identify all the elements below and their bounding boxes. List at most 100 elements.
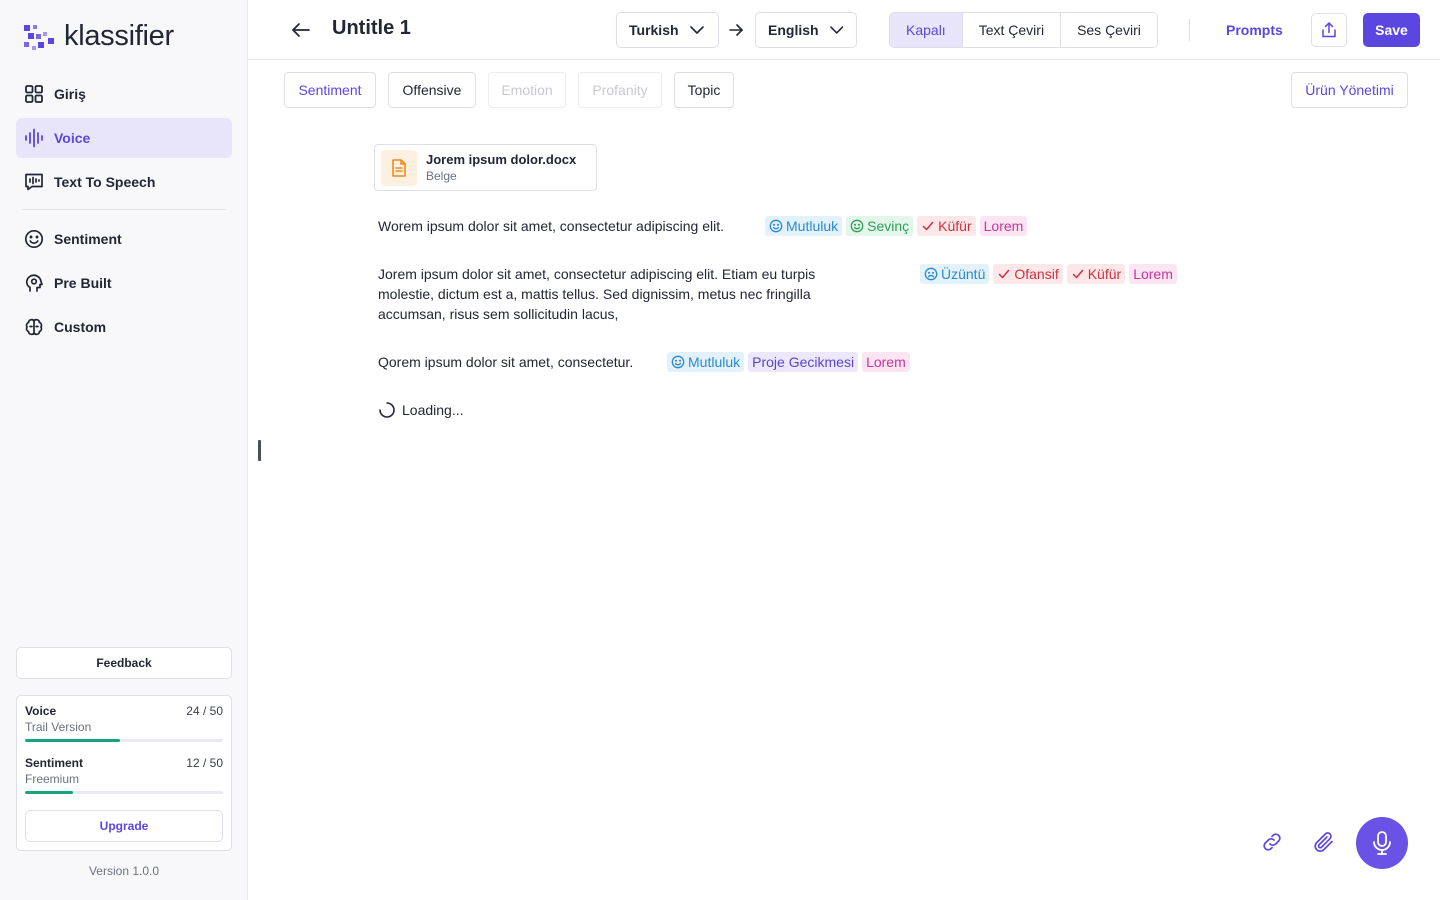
- tag-emotion[interactable]: Mutluluk: [765, 216, 843, 236]
- smiley-icon: [671, 355, 685, 369]
- tag-label: Küfür: [1087, 266, 1122, 282]
- sidebar-item-custom[interactable]: Custom: [16, 307, 232, 347]
- tag-profanity[interactable]: Küfür: [1066, 264, 1126, 284]
- usage-count: 24 / 50: [186, 704, 223, 718]
- tag-topic[interactable]: Lorem: [1129, 264, 1177, 284]
- check-icon: [1072, 269, 1083, 279]
- back-arrow-icon[interactable]: [290, 19, 312, 41]
- top-bar: Untitle 1 Turkish English Kapalı Text Çe…: [248, 0, 1440, 60]
- sidebar-item-label: Custom: [54, 319, 107, 335]
- sidebar: klassifier Giriş Voice Text To Speech Se…: [0, 0, 248, 900]
- brain-icon: [25, 318, 43, 336]
- product-management-button[interactable]: Ürün Yönetimi: [1291, 72, 1408, 108]
- usage-progress-bar: [25, 739, 223, 742]
- tag-label: Mutluluk: [688, 354, 741, 370]
- prompts-link[interactable]: Prompts: [1226, 22, 1283, 38]
- mode-text-ceviri[interactable]: Text Çeviri: [961, 13, 1061, 47]
- tag-offensive[interactable]: Ofansif: [993, 264, 1063, 284]
- filter-sentiment[interactable]: Sentiment: [284, 72, 376, 108]
- tag-topic[interactable]: Proje Gecikmesi: [748, 352, 859, 372]
- smiley-icon: [850, 219, 864, 233]
- tag-label: Küfür: [938, 218, 972, 234]
- paragraph-line: accumsan, risus sem sollicitudin lacus,: [378, 306, 619, 322]
- tag-emotion[interactable]: Sevinç: [846, 216, 914, 236]
- filter-emotion[interactable]: Emotion: [488, 72, 566, 108]
- attached-file-card[interactable]: Jorem ipsum dolor.docx Belge: [374, 144, 597, 191]
- paragraph-tags: Mutluluk Sevinç Küfür Lorem: [765, 216, 1028, 236]
- paperclip-icon[interactable]: [1312, 830, 1336, 854]
- record-microphone-button[interactable]: [1356, 817, 1408, 869]
- logo[interactable]: klassifier: [24, 20, 174, 53]
- header-divider: [1189, 19, 1190, 41]
- nav-divider: [22, 209, 226, 210]
- target-language-select[interactable]: English: [755, 12, 857, 48]
- tag-label: Üzüntü: [941, 266, 986, 282]
- share-upload-icon: [1322, 22, 1336, 38]
- usage-sentiment: Sentiment 12 / 50 Freemium: [25, 756, 223, 794]
- check-icon: [999, 269, 1010, 279]
- usage-plan: Freemium: [25, 772, 80, 786]
- smiley-icon: [769, 219, 783, 233]
- chevron-down-icon: [689, 26, 704, 34]
- speech-bubble-icon: [25, 173, 43, 191]
- usage-progress-fill: [25, 739, 121, 742]
- smiley-icon: [24, 229, 44, 249]
- tag-label: Mutluluk: [786, 218, 839, 234]
- sidebar-nav: Giriş Voice Text To Speech Sentiment Pre…: [16, 74, 232, 351]
- filter-topic[interactable]: Topic: [674, 72, 734, 108]
- transcript-paragraph[interactable]: Worem ipsum dolor sit amet, consectetur …: [378, 216, 724, 236]
- usage-count: 12 / 50: [186, 756, 223, 770]
- tag-label: Proje Gecikmesi: [752, 354, 855, 370]
- transcript-paragraph[interactable]: Qorem ipsum dolor sit amet, consectetur.: [378, 352, 633, 372]
- upgrade-button[interactable]: Upgrade: [25, 810, 223, 842]
- waveform-icon: [25, 128, 43, 148]
- spinner-icon: [379, 402, 395, 418]
- grid-icon: [25, 85, 43, 103]
- sidebar-item-label: Sentiment: [54, 231, 122, 247]
- tag-topic[interactable]: Lorem: [979, 216, 1028, 236]
- save-button[interactable]: Save: [1363, 13, 1420, 47]
- sidebar-item-label: Voice: [54, 130, 91, 146]
- arrow-right-icon: [729, 24, 743, 36]
- microphone-icon: [1373, 831, 1391, 855]
- page-title[interactable]: Untitle 1: [332, 17, 411, 40]
- mode-kapali[interactable]: Kapalı: [890, 13, 962, 47]
- sidebar-item-pre-built[interactable]: Pre Built: [16, 263, 232, 303]
- share-button[interactable]: [1311, 13, 1347, 47]
- paragraph-line: Jorem ipsum dolor sit amet, consectetur …: [378, 266, 816, 282]
- usage-card: Voice 24 / 50 Trail Version Sentiment 12…: [16, 695, 232, 851]
- sidebar-item-label: Pre Built: [54, 275, 112, 291]
- file-type: Belge: [426, 169, 457, 183]
- link-icon[interactable]: [1260, 830, 1284, 854]
- tag-profanity[interactable]: Küfür: [917, 216, 976, 236]
- head-icon: [25, 274, 43, 292]
- usage-plan: Trail Version: [25, 720, 92, 734]
- tag-emotion[interactable]: Üzüntü: [920, 264, 990, 284]
- sidebar-item-sentiment[interactable]: Sentiment: [16, 219, 232, 259]
- mode-ses-ceviri[interactable]: Ses Çeviri: [1060, 13, 1157, 47]
- tag-label: Lorem: [866, 354, 906, 370]
- sidebar-item-label: Giriş: [54, 86, 86, 102]
- sidebar-item-voice[interactable]: Voice: [16, 118, 232, 158]
- usage-voice: Voice 24 / 50 Trail Version: [25, 704, 223, 742]
- paragraph-tags: Üzüntü Ofansif Küfür Lorem: [920, 264, 1177, 284]
- tag-label: Lorem: [1133, 266, 1173, 282]
- source-language-select[interactable]: Turkish: [616, 12, 719, 48]
- sidebar-item-giris[interactable]: Giriş: [16, 74, 232, 114]
- sidebar-item-label: Text To Speech: [54, 174, 156, 190]
- logo-text: klassifier: [64, 20, 174, 52]
- check-icon: [922, 221, 934, 231]
- filter-offensive[interactable]: Offensive: [388, 72, 476, 108]
- paragraph-line: molestie, dictum est a, mattis tellus. S…: [378, 286, 811, 302]
- tag-topic[interactable]: Lorem: [862, 352, 910, 372]
- usage-title: Voice: [25, 704, 57, 718]
- sidebar-item-text-to-speech[interactable]: Text To Speech: [16, 162, 232, 202]
- target-language-value: English: [768, 22, 819, 38]
- filter-profanity[interactable]: Profanity: [578, 72, 662, 108]
- feedback-button[interactable]: Feedback: [16, 647, 232, 679]
- document-icon: [381, 149, 417, 186]
- tag-label: Sevinç: [867, 218, 910, 234]
- transcript-paragraph[interactable]: Jorem ipsum dolor sit amet, consectetur …: [378, 264, 815, 324]
- tag-emotion[interactable]: Mutluluk: [667, 352, 745, 372]
- version-label: Version 1.0.0: [88, 864, 160, 878]
